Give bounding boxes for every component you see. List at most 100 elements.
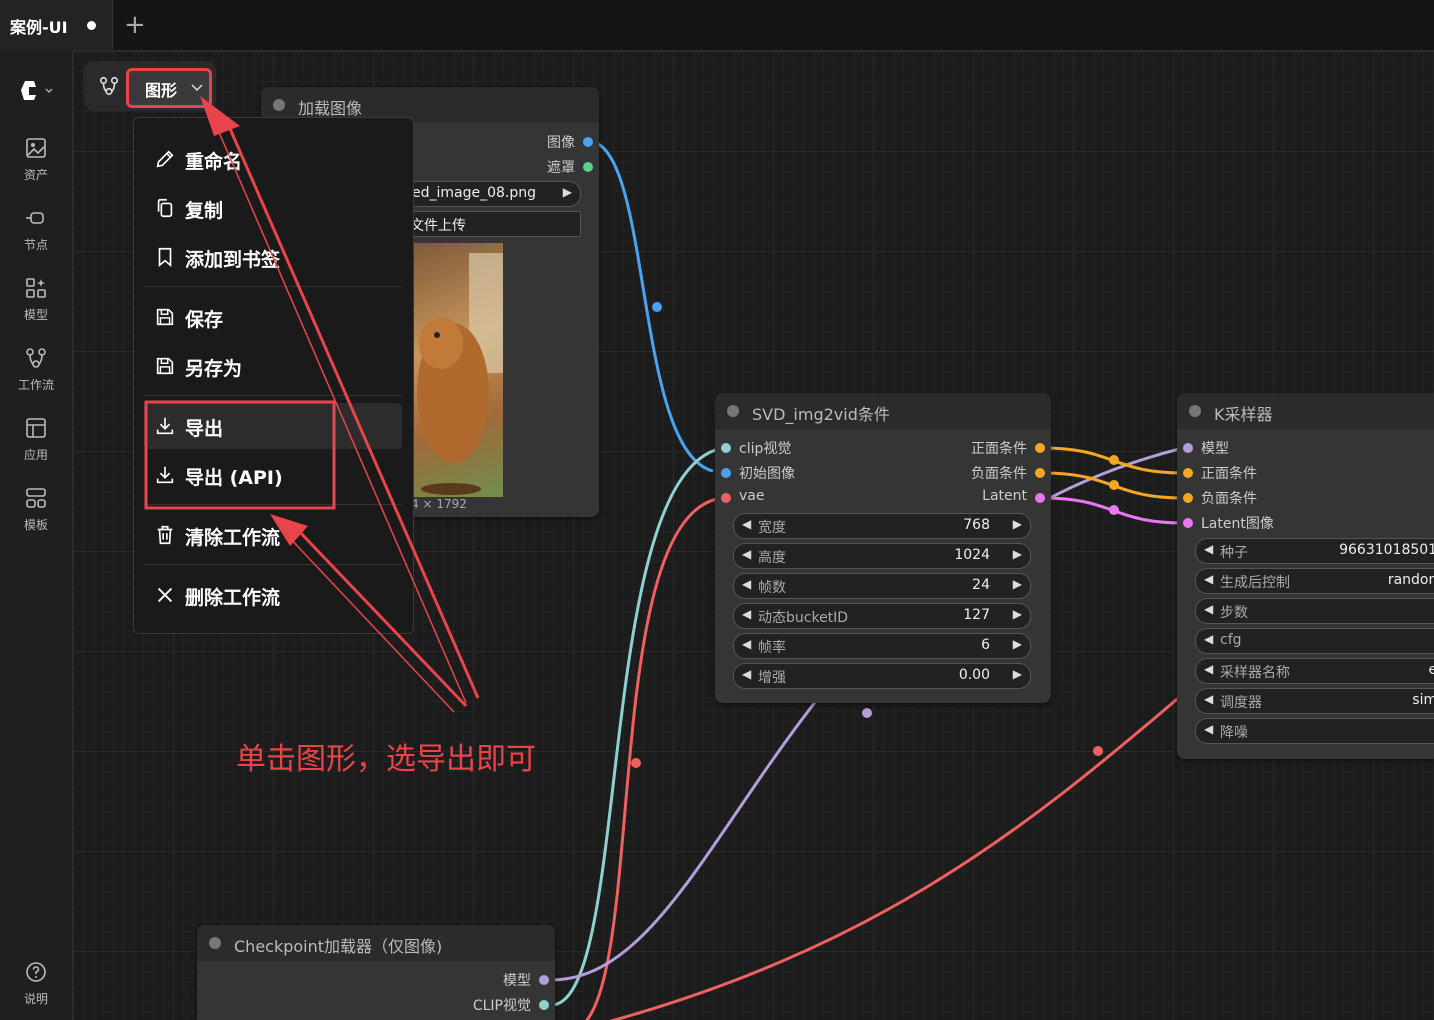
image-filename: ed_image_08.png [412,185,537,201]
widget-value[interactable]: 6 [981,637,990,653]
input-positive-port[interactable] [1183,468,1193,478]
widget-label: 帧率 [758,640,786,656]
widget-value[interactable]: 0.00 [959,667,990,683]
increment-arrow-icon[interactable]: ▶ [1013,607,1022,621]
decrement-arrow-icon[interactable]: ◀ [742,667,751,681]
sidebar-item-help[interactable]: 说明 [0,960,72,1007]
widget-svd[interactable]: ◀ 增强 0.00 ▶ [733,663,1031,689]
decrement-arrow-icon[interactable]: ◀ [742,577,751,591]
widget-value[interactable]: 24 [972,577,990,593]
widget-svd[interactable]: ◀ 动态bucketID 127 ▶ [733,603,1031,629]
workflow-icon[interactable] [98,75,120,97]
node-title: Checkpoint加载器（仅图像) [234,937,443,956]
decrement-arrow-icon[interactable]: ◀ [1204,602,1213,616]
output-positive-label: 正面条件 [971,441,1027,457]
input-model-port[interactable] [1183,443,1193,453]
widget-svd[interactable]: ◀ 宽度 768 ▶ [733,513,1031,539]
widget-value[interactable]: 127 [963,607,990,623]
input-clip-vision-port[interactable] [721,443,731,453]
sidebar-item-templates[interactable]: 模板 [0,486,72,533]
tab-workflow[interactable]: 案例-UI [0,0,113,50]
widget-ksampler[interactable]: ◀步数▶ [1195,598,1434,624]
decrement-arrow-icon[interactable]: ◀ [742,637,751,651]
widget-ksampler[interactable]: ◀种子966310185011▶ [1195,538,1434,564]
menu-divider [144,286,402,287]
input-positive-label: 正面条件 [1201,466,1257,482]
widget-ksampler[interactable]: ◀采样器名称eu▶ [1195,658,1434,684]
node-header[interactable]: Checkpoint加载器（仅图像) [197,925,555,961]
output-latent-port[interactable] [1035,493,1045,503]
node-collapse-dot[interactable] [273,99,285,111]
decrement-arrow-icon[interactable]: ◀ [742,607,751,621]
download-icon [156,466,174,484]
widget-svd[interactable]: ◀ 帧率 6 ▶ [733,633,1031,659]
output-model-port[interactable] [539,975,549,985]
upload-label: 文件上传 [410,218,466,234]
decrement-arrow-icon[interactable]: ◀ [1204,692,1213,706]
output-negative-port[interactable] [1035,468,1045,478]
node-checkpoint-loader[interactable]: Checkpoint加载器（仅图像) 模型 CLIP视觉 [197,925,555,1020]
widget-ksampler[interactable]: ◀cfg2▶ [1195,628,1434,654]
widget-value[interactable]: randomi [1388,572,1434,588]
menu-item-save[interactable]: 保存 [144,294,402,340]
widget-ksampler[interactable]: ◀调度器simp▶ [1195,688,1434,714]
widget-ksampler[interactable]: ◀生成后控制randomi▶ [1195,568,1434,594]
node-ksampler[interactable]: K采样器 模型 正面条件 负面条件 Latent图像 ◀ 种子 9663101850… [1177,393,1434,759]
comfy-logo-button[interactable] [0,78,72,104]
sidebar-item-models[interactable]: 模型 [0,276,72,323]
output-image-port[interactable] [583,137,593,147]
decrement-arrow-icon[interactable]: ◀ [742,517,751,531]
node-collapse-dot[interactable] [209,937,221,949]
node-svd-img2vid[interactable]: SVD_img2vid条件 clip视觉 初始图像 vae 正面条件 负面条件 … [715,393,1051,703]
sidebar-item-apps[interactable]: 应用 [0,416,72,463]
node-header[interactable]: K采样器 [1177,393,1434,429]
increment-arrow-icon[interactable]: ▶ [1013,547,1022,561]
node-collapse-dot[interactable] [1189,405,1201,417]
node-header[interactable]: SVD_img2vid条件 [715,393,1051,429]
graph-menu-button[interactable]: 图形 [126,68,212,108]
increment-arrow-icon[interactable]: ▶ [1013,517,1022,531]
upload-button[interactable]: 文件上传 [401,211,581,237]
widget-label: 调度器 [1220,695,1262,711]
sidebar-item-workflow[interactable]: 工作流 [0,346,72,393]
widget-value[interactable]: 966310185011 [1339,542,1434,558]
widget-svd[interactable]: ◀ 高度 1024 ▶ [733,543,1031,569]
input-latent-port[interactable] [1183,518,1193,528]
menu-item-copy[interactable]: 复制 [144,185,402,231]
add-tab-button[interactable]: + [124,10,146,40]
menu-item-delete-workflow[interactable]: 删除工作流 [144,572,402,618]
output-mask-port[interactable] [583,162,593,172]
node-collapse-dot[interactable] [727,405,739,417]
output-clip-vision-port[interactable] [539,1000,549,1010]
widget-value[interactable]: 768 [963,517,990,533]
input-vae-port[interactable] [721,493,731,503]
decrement-arrow-icon[interactable]: ◀ [742,547,751,561]
input-negative-port[interactable] [1183,493,1193,503]
widget-svd[interactable]: ◀ 帧数 24 ▶ [733,573,1031,599]
input-init-image-port[interactable] [721,468,731,478]
decrement-arrow-icon[interactable]: ◀ [1204,662,1213,676]
widget-value[interactable]: 1024 [954,547,990,563]
increment-arrow-icon[interactable]: ▶ [1013,667,1022,681]
widget-value[interactable]: simp [1412,692,1434,708]
decrement-arrow-icon[interactable]: ◀ [1204,572,1213,586]
decrement-arrow-icon[interactable]: ◀ [1204,542,1213,556]
sidebar-item-assets[interactable]: 资产 [0,136,72,183]
menu-item-save-as[interactable]: 另存为 [144,343,402,389]
menu-item-rename[interactable]: 重命名 [144,136,402,182]
output-positive-port[interactable] [1035,443,1045,453]
decrement-arrow-icon[interactable]: ◀ [1204,632,1213,646]
increment-arrow-icon[interactable]: ▶ [1013,637,1022,651]
widget-value[interactable]: eu [1429,662,1434,678]
menu-item-clear-workflow[interactable]: 清除工作流 [144,512,402,558]
image-file-combo[interactable]: ed_image_08.png ▶ [401,181,581,207]
decrement-arrow-icon[interactable]: ◀ [1204,722,1213,736]
increment-arrow-icon[interactable]: ▶ [1013,577,1022,591]
output-clip-vision-label: CLIP视觉 [472,998,531,1014]
menu-item-bookmark[interactable]: 添加到书签 [144,234,402,280]
menu-item-export[interactable]: 导出 [144,403,402,449]
menu-item-export-api[interactable]: 导出 (API) [144,452,402,498]
sidebar-item-nodes[interactable]: 节点 [0,206,72,253]
combo-next-arrow-icon[interactable]: ▶ [563,185,572,199]
widget-ksampler[interactable]: ◀降噪1.▶ [1195,718,1434,744]
